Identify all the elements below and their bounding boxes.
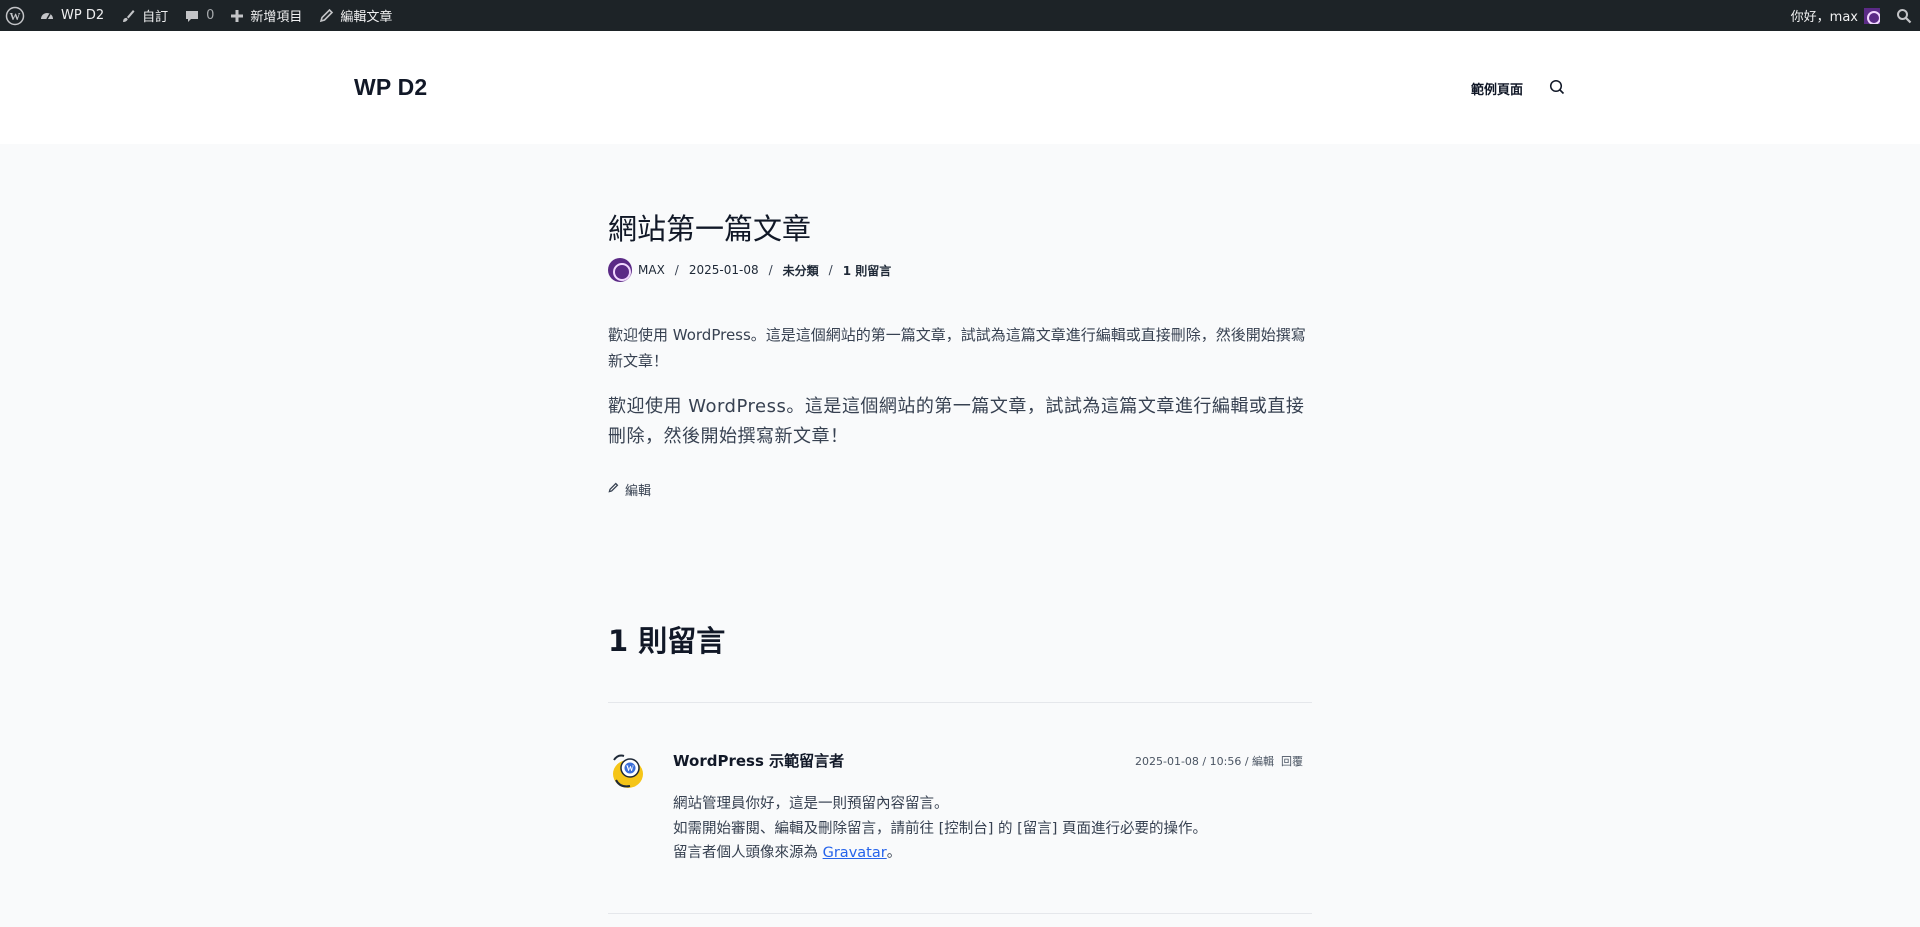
- commenter-avatar: W: [608, 750, 648, 790]
- comments-heading-text: 則留言: [638, 624, 726, 658]
- post-paragraph: 歡迎使用 WordPress。這是這個網站的第一篇文章，試試為這篇文章進行編輯或…: [608, 326, 1306, 370]
- search-icon: [1549, 79, 1565, 99]
- pencil-icon: [608, 482, 625, 497]
- edit-label: 編輯: [625, 484, 652, 499]
- wordpress-icon: W: [5, 6, 25, 26]
- post-title: 網站第一篇文章: [608, 212, 812, 246]
- meta-separator: /: [768, 263, 773, 277]
- comments-count: 0: [206, 8, 215, 23]
- author-avatar: [608, 258, 632, 282]
- post-paragraph-large: 歡迎使用 WordPress。這是這個網站的第一篇文章，試試為這篇文章進行編輯或…: [608, 396, 1305, 447]
- avatar: [1864, 7, 1880, 24]
- nav-item-sample-page[interactable]: 範例頁面: [1471, 79, 1523, 98]
- wordpress-logo-menu[interactable]: W: [0, 0, 31, 31]
- comment-line-text: 留言者個人頭像來源為: [673, 845, 818, 861]
- admin-bar-new-item[interactable]: 新增項目: [222, 0, 310, 31]
- admin-bar-comments[interactable]: 0: [176, 0, 222, 31]
- edit-post-link[interactable]: 編輯: [608, 480, 651, 499]
- site-name-label: WP D2: [61, 8, 105, 23]
- admin-bar-account[interactable]: 你好，max: [1783, 0, 1888, 31]
- reply-button[interactable]: 回覆: [1281, 753, 1303, 769]
- comments-heading: 1 則留言: [608, 618, 725, 660]
- dashboard-icon: [39, 8, 55, 24]
- comment-body: 網站管理員你好，這是一則預留內容留言。 如需開始審閱、編輯及刪除留言，請前往 […: [673, 792, 1207, 866]
- post-meta: MAX / 2025-01-08 / 未分類 / 1 則留言: [608, 258, 891, 282]
- comment-line: 如需開始審閱、編輯及刪除留言，請前往 [控制台] 的 [留言] 頁面進行必要的操…: [673, 820, 1208, 837]
- svg-text:W: W: [626, 764, 634, 773]
- comments-count: 1: [608, 624, 629, 658]
- header-search-button[interactable]: [1549, 79, 1565, 95]
- svg-text:W: W: [10, 11, 21, 23]
- admin-bar-site-name[interactable]: WP D2: [31, 0, 112, 31]
- admin-bar-customize[interactable]: 自訂: [112, 0, 176, 31]
- comment-author: WordPress 示範留言者: [673, 752, 845, 770]
- post-category-link[interactable]: 未分類: [783, 262, 819, 279]
- new-item-label: 新增項目: [250, 10, 303, 25]
- admin-bar-edit-post[interactable]: 編輯文章: [310, 0, 400, 31]
- site-title[interactable]: WP D2: [354, 74, 427, 101]
- post-date: 2025-01-08: [688, 263, 759, 277]
- comment-date-edit[interactable]: 2025-01-08 / 10:56 / 編輯: [1135, 753, 1274, 769]
- comment-line-end: 。: [886, 845, 902, 861]
- meta-separator: /: [674, 263, 679, 277]
- plus-icon: [230, 9, 244, 23]
- post-comments-link[interactable]: 1 則留言: [843, 262, 892, 279]
- site-header: WP D2 範例頁面: [0, 31, 1920, 144]
- greeting-label: 你好，max: [1790, 10, 1858, 25]
- admin-bar: W WP D2 自訂 0 新增項目 編輯文章 你好，max: [0, 0, 1920, 31]
- search-icon: [1896, 8, 1912, 24]
- paintbrush-icon: [120, 8, 136, 24]
- edit-post-label: 編輯文章: [340, 10, 393, 25]
- customize-label: 自訂: [142, 10, 169, 25]
- comment-line: 網站管理員你好，這是一則預留內容留言。: [673, 796, 949, 812]
- divider: [608, 702, 1312, 703]
- comment-line: 留言者個人頭像來源為 Gravatar。: [673, 841, 1207, 866]
- comment-bubble-icon: [184, 8, 200, 24]
- admin-bar-search[interactable]: [1888, 0, 1920, 31]
- divider: [608, 913, 1312, 914]
- post-author-link[interactable]: MAX: [638, 263, 665, 277]
- pencil-icon: [318, 8, 334, 24]
- meta-separator: /: [828, 263, 833, 277]
- gravatar-link[interactable]: Gravatar: [823, 845, 887, 861]
